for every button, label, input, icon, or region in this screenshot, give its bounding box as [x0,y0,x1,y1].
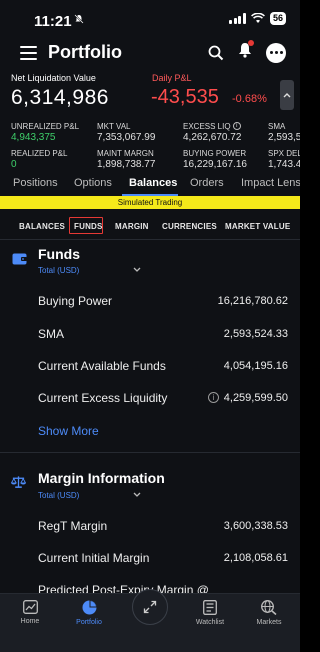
battery-icon: 56 [269,12,286,25]
wifi-icon [251,13,265,23]
pie-chart-icon [82,600,96,615]
subtab-margin[interactable]: MARGIN [115,222,149,231]
spx-delta-label: SPX DELT [268,149,300,158]
page-title: Portfolio [48,42,122,62]
app-screen: 11:21 56 Portfolio Net Liquidation Value… [0,0,300,652]
globe-search-icon [261,600,277,615]
unrealized-pl-label: UNREALIZED P&L [11,122,80,131]
subtab-divider [0,239,300,240]
buying-power-row-label: Buying Power [38,294,113,308]
collapse-summary-button[interactable] [280,80,294,110]
excess-liquidity-row-label: Current Excess Liquidity [38,391,168,405]
expand-button[interactable] [132,589,168,625]
search-icon[interactable] [208,45,224,61]
maint-margin-label: MAINT MARGN [97,149,154,158]
home-chart-icon [22,600,38,614]
realized-pl-label: REALIZED P&L [11,149,68,158]
signal-icon [229,13,246,24]
regt-margin-row-label: RegT Margin [38,519,108,533]
subtab-market-value[interactable]: MARKET VALUE [225,222,290,231]
unrealized-pl-value: 4,943,375 [11,132,56,143]
initial-margin-row-value: 2,108,058.61 [223,552,288,564]
chevron-down-icon[interactable] [133,267,141,273]
header-actions [208,40,286,63]
nav-home-label: Home [20,618,40,625]
menu-icon[interactable] [20,46,37,64]
excess-liquidity-row-value: 4,259,599.50 [223,392,288,404]
daily-pl-value: -43,535 [151,86,219,108]
margin-currency-selector[interactable]: Total (USD) [38,491,79,500]
simulated-trading-banner: Simulated Trading [0,196,300,209]
status-time: 11:21 [34,13,72,30]
buying-power-label: BUYING POWER [183,149,247,158]
notifications-icon[interactable] [238,40,254,63]
regt-margin-row-value: 3,600,338.53 [223,520,288,532]
info-icon[interactable]: i [232,122,241,130]
scale-icon [11,476,26,488]
sma-label: SMA [268,122,286,131]
nav-watchlist[interactable]: Watchlist [185,600,235,626]
info-icon[interactable]: i [208,392,219,403]
excess-liquidity-text: EXCESS LIQ [183,122,231,131]
portfolio-tabs: Positions Options Balances Orders Impact… [0,177,300,196]
maint-margin-value: 1,898,738.77 [97,159,156,170]
daily-pl-label: Daily P&L [152,73,192,83]
funds-currency-selector[interactable]: Total (USD) [38,266,79,275]
market-value-label: MKT VAL [97,122,131,131]
chevron-down-icon[interactable] [133,492,141,498]
margin-info-title: Margin Information [38,470,165,486]
more-options-icon[interactable] [266,42,286,63]
chevron-up-icon [283,93,291,98]
tab-positions[interactable]: Positions [13,177,58,189]
sma-value: 2,593,5 [268,132,300,143]
subtab-currencies[interactable]: CURRENCIES [162,222,217,231]
section-divider [0,452,300,453]
daily-pl-percent: -0.68% [232,93,267,105]
net-liquidation-value: 6,314,986 [11,86,109,109]
buying-power-row-value: 16,216,780.62 [217,295,288,307]
subtab-balances[interactable]: BALANCES [19,222,65,231]
nav-portfolio[interactable]: Portfolio [64,600,114,626]
net-liquidation-label: Net Liquidation Value [11,73,96,83]
excess-liquidity-value: 4,262,670.72 [183,132,242,143]
market-value-value: 7,353,067.99 [97,132,156,143]
expand-arrows-icon [143,600,157,614]
sma-row-label: SMA [38,327,65,341]
nav-portfolio-label: Portfolio [76,619,102,626]
spx-delta-value: 1,743.4 [268,159,300,170]
funds-title: Funds [38,246,80,262]
notification-badge [248,40,254,46]
nav-watchlist-label: Watchlist [195,619,225,626]
initial-margin-row-label: Current Initial Margin [38,551,150,565]
nav-home[interactable]: Home [5,600,55,625]
tab-impact-lens[interactable]: Impact Lens [241,177,300,189]
subtab-funds[interactable]: FUNDS [74,222,103,231]
bell-muted-icon [74,14,84,27]
tab-options[interactable]: Options [74,177,112,189]
available-funds-row-label: Current Available Funds [38,359,166,373]
available-funds-row-value: 4,054,195.16 [223,360,288,372]
excess-liquidity-label: EXCESS LIQ i [183,122,241,131]
nav-markets[interactable]: Markets [244,600,294,626]
nav-markets-label: Markets [256,619,282,626]
wallet-icon [12,253,27,265]
tab-orders[interactable]: Orders [190,177,224,189]
watchlist-icon [203,600,217,615]
tab-balances[interactable]: Balances [129,177,177,189]
status-icons: 56 [229,12,286,25]
realized-pl-value: 0 [11,159,17,170]
sma-row-value: 2,593,524.33 [223,328,288,340]
buying-power-value: 16,229,167.16 [183,159,247,170]
show-more-link[interactable]: Show More [38,424,99,438]
